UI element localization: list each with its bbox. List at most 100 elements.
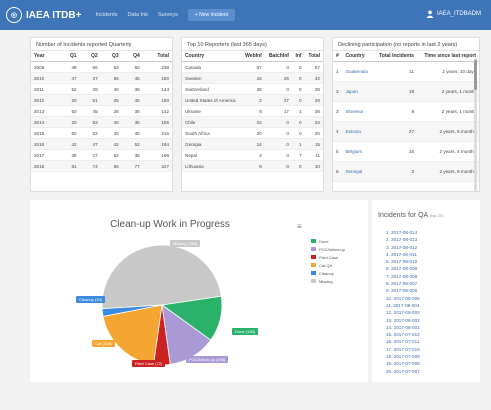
table-cell: 0 bbox=[291, 94, 305, 106]
country-cell: Switzerland bbox=[182, 83, 242, 95]
qa-incident-link[interactable]: 8. 2017-08-007 bbox=[386, 281, 420, 288]
table-row: 2018 81 74 56 77 327 bbox=[31, 160, 172, 172]
country-link[interactable]: Senegal bbox=[342, 161, 374, 182]
year-cell: 2018 bbox=[31, 160, 59, 172]
qa-incident-link[interactable]: 1. 2017-08-014 bbox=[386, 230, 420, 237]
table-cell: 38 bbox=[58, 149, 80, 161]
country-cell: Sweden bbox=[182, 72, 242, 84]
country-cell: Chile bbox=[182, 116, 242, 128]
table-cell: 20 bbox=[241, 127, 265, 139]
column-header: Q4 bbox=[121, 51, 143, 62]
table-cell: 0 bbox=[291, 116, 305, 128]
legend-label: Cleanup bbox=[319, 270, 334, 276]
table-cell: 5 bbox=[333, 141, 343, 162]
country-link[interactable]: Estonia bbox=[342, 121, 374, 142]
year-cell: 2010 bbox=[31, 72, 59, 84]
table-cell: 52 bbox=[79, 127, 101, 139]
table-cell: 2 bbox=[333, 81, 343, 102]
chart-title: Clean-up Work in Progress bbox=[110, 219, 230, 230]
country-link[interactable]: Guatemala bbox=[342, 61, 374, 82]
table-cell: 0 bbox=[264, 127, 292, 139]
table-cell: 2 years, 10 days bbox=[417, 61, 479, 82]
qa-incident-link[interactable]: 5. 2017-08-010 bbox=[386, 259, 420, 266]
table-cell: 20 bbox=[58, 116, 80, 128]
table-cell: 0 bbox=[291, 72, 305, 84]
nav-link-surveys[interactable]: Surveys bbox=[158, 12, 178, 18]
table-cell: 27 bbox=[79, 149, 101, 161]
legend-swatch bbox=[311, 271, 316, 275]
qa-incident-link[interactable]: 19. 2017-07-008 bbox=[386, 361, 420, 368]
scrollbar-thumb[interactable] bbox=[474, 60, 477, 90]
table-cell: 42 bbox=[100, 138, 122, 150]
table-cell: 27 bbox=[373, 121, 418, 142]
qa-incident-link[interactable]: 7. 2017-08-008 bbox=[386, 274, 420, 281]
qa-incident-link[interactable]: 3. 2017-08-012 bbox=[386, 245, 420, 252]
country-link[interactable]: Slovenia bbox=[342, 101, 374, 122]
table-cell: 49 bbox=[58, 61, 80, 73]
table-cell: 81 bbox=[58, 160, 80, 172]
table-cell: 25 bbox=[100, 94, 122, 106]
table-cell: 60 bbox=[121, 61, 143, 73]
table-cell: 2 years, 5 months bbox=[417, 121, 479, 142]
column-header: Total bbox=[142, 51, 172, 62]
qa-incident-link[interactable]: 6. 2017-08-009 bbox=[386, 266, 420, 273]
year-cell: 2017 bbox=[31, 149, 59, 161]
qa-incident-link[interactable]: 18. 2017-07-009 bbox=[386, 354, 420, 361]
table-cell: 11 bbox=[373, 61, 418, 82]
table-cell: 0 bbox=[264, 149, 292, 161]
legend-item[interactable]: Cleanup bbox=[311, 269, 345, 277]
table-cell: 8 bbox=[373, 101, 418, 122]
top-navbar: ◎ IAEA ITDB+ Incidents Data Ink Surveys … bbox=[0, 0, 491, 30]
country-link[interactable]: Belgium bbox=[342, 141, 374, 162]
table-cell: 155 bbox=[142, 116, 172, 128]
column-header: Year bbox=[31, 51, 59, 62]
nav-link-data-ink[interactable]: Data Ink bbox=[127, 12, 147, 18]
legend-item[interactable]: Cat QA bbox=[311, 261, 345, 269]
table-cell: 3 bbox=[373, 161, 418, 182]
panel-title: Number of Incidents reported Quarterly bbox=[31, 38, 172, 51]
table-cell: 29 bbox=[304, 94, 323, 106]
column-header: Country bbox=[182, 51, 242, 62]
nav-link-incidents[interactable]: Incidents bbox=[95, 12, 117, 18]
qa-incident-link[interactable]: 12. 2017-08-003 bbox=[386, 310, 420, 317]
table-cell: 53 bbox=[79, 116, 101, 128]
new-incident-button[interactable]: + New Incident bbox=[187, 9, 236, 21]
country-link[interactable]: Japan bbox=[342, 81, 374, 102]
table-cell: 8 bbox=[241, 105, 265, 117]
table-row: 2017 38 27 62 38 166 bbox=[31, 149, 172, 161]
qa-incident-link[interactable]: 13. 2017-08-002 bbox=[386, 318, 420, 325]
qa-incident-link[interactable]: 10. 2017-08-005 bbox=[386, 296, 420, 303]
qa-incident-link[interactable]: 2. 2017-08-013 bbox=[386, 237, 420, 244]
table-row: 2012 20 51 25 45 150 bbox=[31, 94, 172, 106]
table-row: 2 Japan 19 2 years, 1 month bbox=[333, 81, 479, 102]
table-row: Georgia 14 0 1 15 bbox=[182, 138, 323, 150]
legend-label: Missing bbox=[319, 278, 333, 284]
qa-incident-link[interactable]: 14. 2017-08-001 bbox=[386, 325, 420, 332]
table-cell: 50 bbox=[58, 105, 80, 117]
table-cell: 6 bbox=[333, 161, 343, 182]
table-cell: 0 bbox=[291, 61, 305, 73]
table-cell: 184 bbox=[142, 138, 172, 150]
legend-item[interactable]: Done bbox=[311, 237, 345, 245]
qa-incident-link[interactable]: 9. 2017-08-006 bbox=[386, 288, 420, 295]
year-cell: 2014 bbox=[31, 116, 59, 128]
qa-incident-link[interactable]: 20. 2017-07-007 bbox=[386, 369, 420, 376]
legend-item[interactable]: Field Case bbox=[311, 253, 345, 261]
table-cell: 2 years, 1 month bbox=[417, 101, 479, 122]
app-logo[interactable]: ◎ IAEA ITDB+ bbox=[6, 7, 81, 23]
qa-incident-link[interactable]: 11. 2017-08-004 bbox=[386, 303, 420, 310]
qa-incident-link[interactable]: 15. 2017-07-012 bbox=[386, 332, 420, 339]
pie-slice-label: Cat (318) bbox=[92, 340, 115, 347]
table-cell: 14 bbox=[241, 138, 265, 150]
qa-incident-link[interactable]: 16. 2017-07-011 bbox=[386, 339, 420, 346]
legend-item[interactable]: Missing bbox=[311, 277, 345, 285]
chart-menu-icon[interactable]: ≡ bbox=[297, 222, 302, 231]
app-title: IAEA ITDB+ bbox=[26, 9, 82, 21]
qa-incident-link[interactable]: 4. 2017-08-011 bbox=[386, 252, 420, 259]
table-row: United States of America 2 27 0 29 bbox=[182, 94, 323, 106]
qa-incident-link[interactable]: 17. 2017-07-010 bbox=[386, 347, 420, 354]
legend-item[interactable]: POC/follow-up bbox=[311, 245, 345, 253]
user-menu[interactable]: IAEA_ITDBADM bbox=[426, 10, 481, 18]
table-row: Lithuania 8 0 0 10 bbox=[182, 160, 323, 172]
declining-table: # Country Total Incidents Time since last r… bbox=[333, 51, 479, 182]
